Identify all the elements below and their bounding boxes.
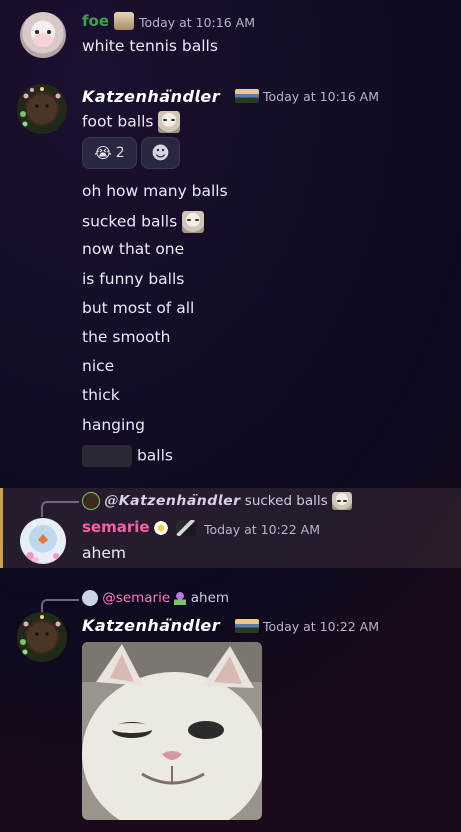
message-katzenhandler-reply: @semarie ahem 𝙆𝙖𝙩𝙯𝙚𝙣𝙝𝙖̈𝙣𝙙𝙡𝙚𝙧 Today at 10… — [0, 588, 461, 828]
flower-wreath-icon — [20, 87, 61, 127]
timestamp: Today at 10:22 AM — [263, 619, 379, 634]
message-line: balls — [82, 445, 173, 467]
message-foe: foe Today at 10:16 AM white tennis balls — [0, 0, 461, 70]
avatar-semarie[interactable] — [20, 518, 66, 564]
avatar-katzenhandler[interactable] — [17, 84, 67, 134]
message-line: the smooth — [82, 328, 171, 346]
reply-preview[interactable]: @semarie ahem — [82, 590, 229, 606]
cat-emoji-icon — [182, 211, 205, 233]
rat-face-icon — [33, 30, 53, 47]
message-line: is funny balls — [82, 270, 185, 288]
message-text: ahem — [82, 544, 126, 562]
flower-wreath-icon — [20, 615, 61, 655]
butterfly-flowers-icon — [26, 534, 59, 563]
cat-emoji-icon — [158, 111, 181, 133]
avatar-foe[interactable] — [20, 12, 66, 58]
author-name[interactable]: foe — [82, 12, 109, 30]
smiling-face-icon: ☻ — [151, 142, 170, 164]
reaction-smile[interactable]: ☻ — [141, 137, 180, 169]
timestamp: Today at 10:22 AM — [204, 522, 320, 537]
landscape-badge-icon — [235, 619, 259, 633]
reply-preview[interactable]: @𝙆𝙖𝙩𝙯𝙚𝙣𝙝𝙖̈𝙣𝙙𝙡𝙚𝙧 sucked balls — [82, 492, 352, 510]
timestamp: Today at 10:16 AM — [139, 15, 255, 30]
reply-avatar-icon — [82, 492, 100, 510]
author-name[interactable]: 𝙆𝙖𝙩𝙯𝙚𝙣𝙝𝙖̈𝙣𝙙𝙡𝙚𝙧 — [82, 87, 220, 106]
flower-badge-icon — [174, 591, 187, 605]
crying-face-icon: 😭 — [94, 144, 112, 162]
reply-text: sucked balls — [244, 493, 328, 509]
message-line: nice — [82, 357, 115, 375]
cat-emoji-icon — [332, 492, 352, 510]
reply-text: ahem — [190, 590, 230, 606]
spoiler-block[interactable] — [82, 445, 132, 467]
message-line: but most of all — [82, 299, 195, 317]
avatar-katzenhandler[interactable] — [17, 612, 67, 662]
reply-mention[interactable]: @semarie — [102, 590, 170, 606]
author-name[interactable]: semarie — [82, 518, 150, 536]
message-line: foot balls — [82, 111, 181, 133]
message-line: sucked balls — [82, 211, 205, 233]
author-name[interactable]: 𝙆𝙖𝙩𝙯𝙚𝙣𝙝𝙖̈𝙣𝙙𝙡𝙚𝙧 — [82, 616, 220, 635]
reply-mention[interactable]: @𝙆𝙖𝙩𝙯𝙚𝙣𝙝𝙖̈𝙣𝙙𝙡𝙚𝙧 — [104, 493, 240, 509]
daisy-badge-icon — [153, 520, 169, 536]
message-katzenhandler: 𝙆𝙖𝙩𝙯𝙚𝙣𝙝𝙖̈𝙣𝙙𝙡𝙚𝙧 Today at 10:16 AM foot ba… — [0, 80, 461, 480]
reply-connector — [41, 501, 79, 517]
reaction-count: 2 — [115, 145, 125, 161]
bird-badge-icon — [176, 520, 196, 536]
message-line: now that one — [82, 240, 185, 258]
landscape-badge-icon — [235, 89, 259, 103]
cat-image-attachment[interactable] — [82, 642, 262, 820]
reaction-crying[interactable]: 😭 2 — [82, 137, 137, 169]
message-text: white tennis balls — [82, 37, 218, 55]
smug-cat-image — [82, 642, 262, 820]
role-badge-icon — [114, 12, 134, 30]
message-line: oh how many balls — [82, 182, 228, 200]
reply-avatar-icon — [82, 590, 98, 606]
message-line: hanging — [82, 416, 145, 434]
message-line: thick — [82, 386, 120, 404]
timestamp: Today at 10:16 AM — [263, 89, 379, 104]
message-semarie: @𝙆𝙖𝙩𝙯𝙚𝙣𝙝𝙖̈𝙣𝙙𝙡𝙚𝙧 sucked balls semarie Tod… — [0, 488, 461, 568]
